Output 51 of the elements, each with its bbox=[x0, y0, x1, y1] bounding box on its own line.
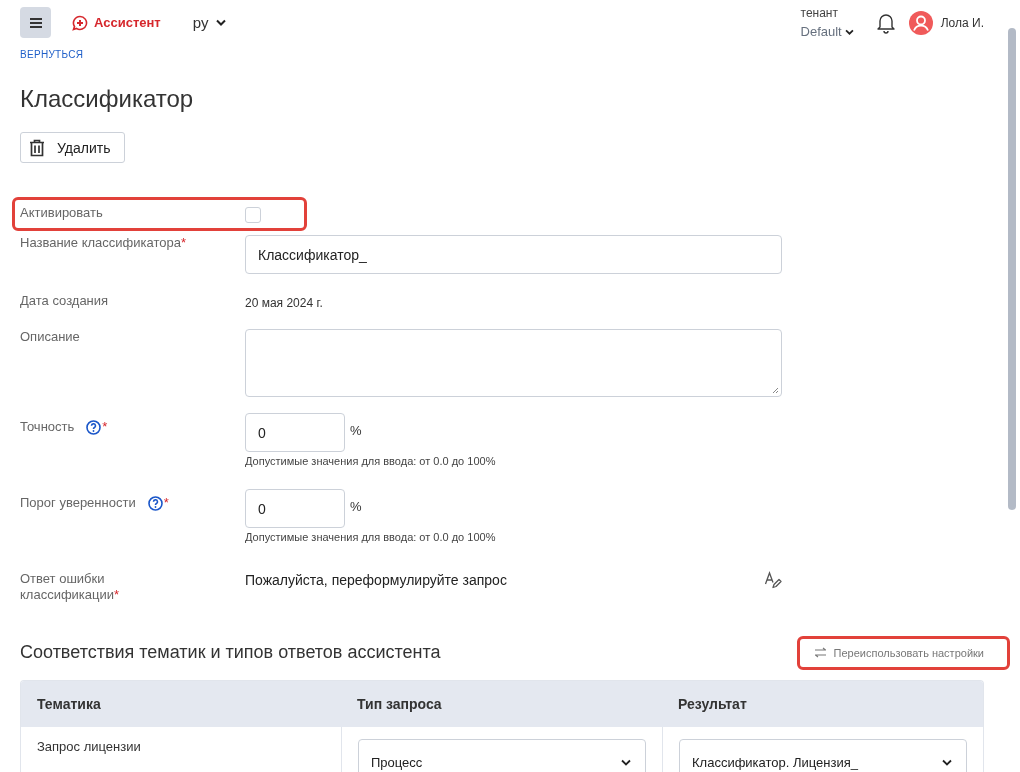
field-label: Название классификатора* bbox=[20, 235, 187, 251]
text-edit-icon[interactable] bbox=[764, 571, 782, 589]
table-cell: Запрос лицензии bbox=[37, 739, 141, 754]
field-label: Точность bbox=[20, 419, 75, 435]
trash-icon bbox=[29, 138, 45, 157]
field-label: Порог уверенности bbox=[20, 495, 136, 511]
percent-input[interactable]: 0 bbox=[245, 413, 345, 452]
hint-text: Допустимые значения для ввода: от 0.0 до 100% bbox=[245, 531, 497, 543]
field-label: Активировать bbox=[20, 205, 103, 221]
bell-icon[interactable] bbox=[875, 12, 896, 34]
request-type-select[interactable]: Процесс bbox=[358, 739, 646, 772]
menu-button[interactable] bbox=[20, 7, 51, 38]
activate-checkbox[interactable] bbox=[245, 207, 261, 223]
hint-text: Допустимые значения для ввода: от 0.0 до 100% bbox=[245, 455, 497, 467]
chevron-down-icon bbox=[216, 19, 227, 26]
chevron-down-icon bbox=[621, 758, 631, 766]
unit-label: % bbox=[350, 423, 362, 438]
creation-date: 20 мая 2024 г. bbox=[245, 296, 323, 310]
column-header: Тип запроса bbox=[356, 696, 443, 712]
swap-arrows-icon bbox=[813, 647, 827, 658]
help-icon[interactable] bbox=[147, 496, 163, 511]
app-name: Ассистент bbox=[94, 15, 161, 30]
unit-label: % bbox=[350, 499, 362, 514]
scrollbar-thumb[interactable] bbox=[1008, 28, 1016, 510]
chat-plus-icon bbox=[72, 14, 88, 31]
page-title: Классификатор bbox=[20, 84, 195, 114]
menu-icon bbox=[29, 17, 42, 28]
field-label: Ответ ошибки классификации* bbox=[20, 571, 121, 603]
required-mark: * bbox=[102, 419, 108, 435]
error-response-text: Пожалуйста, переформулируйте запрос bbox=[245, 572, 507, 588]
tenant-label: тенант bbox=[800, 6, 839, 20]
column-header: Результат bbox=[677, 696, 748, 712]
column-header: Тематика bbox=[36, 696, 102, 712]
percent-input[interactable]: 0 bbox=[245, 489, 345, 528]
avatar-icon[interactable] bbox=[908, 11, 933, 35]
chevron-down-icon bbox=[844, 28, 854, 35]
section-title: Соответствия тематик и типов ответов ассистента bbox=[20, 642, 441, 663]
name-input[interactable]: Классификатор_ bbox=[245, 235, 782, 274]
reuse-settings-button[interactable]: Переиспользовать настройки bbox=[805, 646, 1002, 659]
back-link[interactable]: ВЕРНУТЬСЯ bbox=[20, 49, 84, 60]
tenant-selector[interactable]: Default bbox=[800, 24, 854, 39]
help-icon[interactable] bbox=[86, 420, 102, 435]
result-select[interactable]: Классификатор. Лицензия_ bbox=[679, 739, 967, 772]
field-label: Описание bbox=[20, 329, 80, 345]
resize-grip-icon[interactable] bbox=[772, 387, 779, 394]
chevron-down-icon bbox=[942, 758, 952, 766]
delete-button[interactable]: Удалить bbox=[20, 132, 126, 163]
required-mark: * bbox=[163, 495, 169, 511]
field-label: Дата создания bbox=[20, 293, 109, 309]
user-name[interactable]: Лола И. bbox=[940, 16, 984, 30]
language-selector[interactable]: ру bbox=[192, 14, 227, 31]
